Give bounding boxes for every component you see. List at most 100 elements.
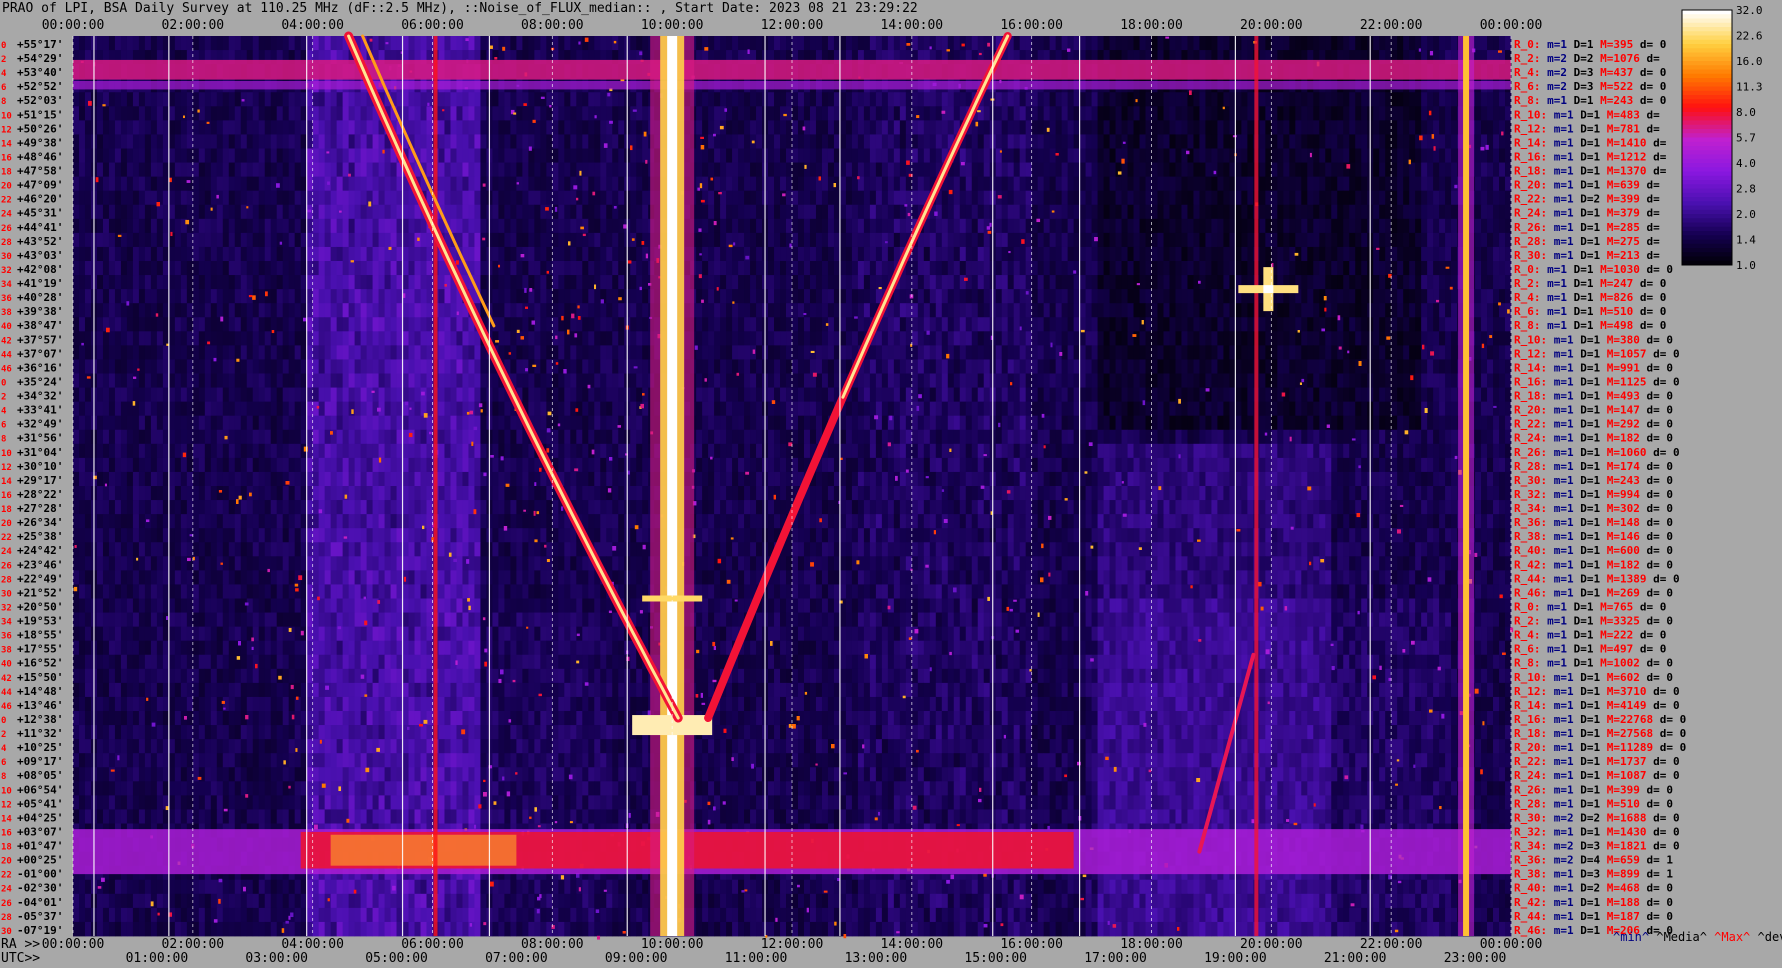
heatmap-cell <box>1301 247 1307 261</box>
heatmap-cell <box>283 120 289 134</box>
heatmap-cell <box>726 134 732 148</box>
heatmap-cell <box>786 120 792 134</box>
heatmap-cell <box>1211 177 1217 191</box>
heatmap-cell <box>157 261 163 275</box>
heatmap-cell <box>528 191 534 205</box>
heatmap-cell <box>480 149 486 163</box>
heatmap-cell <box>1301 36 1307 50</box>
heatmap-cell <box>1098 289 1104 303</box>
heatmap-cell <box>1128 191 1134 205</box>
heatmap-cell <box>534 317 540 331</box>
heatmap-cell <box>1092 303 1098 317</box>
heatmap-cell <box>702 120 708 134</box>
heatmap-cell <box>199 177 205 191</box>
heatmap-cell <box>708 219 714 233</box>
heatmap-cell <box>1337 120 1343 134</box>
heatmap-cell <box>1128 289 1134 303</box>
heatmap-cell <box>253 233 259 247</box>
heatmap-cell <box>313 289 319 303</box>
heatmap-cell <box>1062 92 1068 106</box>
heatmap-cell <box>265 149 271 163</box>
heatmap-cell <box>145 247 151 261</box>
heatmap-cell <box>780 177 786 191</box>
heatmap-cell <box>576 92 582 106</box>
heatmap-cell <box>127 247 133 261</box>
heatmap-cell <box>870 219 876 233</box>
heatmap-cell <box>726 275 732 289</box>
heatmap-cell <box>816 289 822 303</box>
heatmap-cell <box>1199 120 1205 134</box>
heatmap-cell <box>1092 120 1098 134</box>
heatmap-cell <box>504 303 510 317</box>
heatmap-cell <box>295 289 301 303</box>
heatmap-cell <box>319 219 325 233</box>
heatmap-cell <box>1331 247 1337 261</box>
heatmap-cell <box>858 191 864 205</box>
heatmap-cell <box>1068 191 1074 205</box>
heatmap-cell <box>109 261 115 275</box>
heatmap-cell <box>900 219 906 233</box>
heatmap-cell <box>235 219 241 233</box>
heatmap-cell <box>1080 177 1086 191</box>
heatmap-cell <box>1068 303 1074 317</box>
heatmap-cell <box>948 219 954 233</box>
heatmap-cell <box>456 163 462 177</box>
heatmap-cell <box>379 275 385 289</box>
heatmap-cell <box>1008 261 1014 275</box>
heatmap-cell <box>1343 261 1349 275</box>
heatmap-cell <box>618 275 624 289</box>
heatmap-cell <box>1116 191 1122 205</box>
heatmap-cell <box>289 177 295 191</box>
heatmap-cell <box>1337 247 1343 261</box>
heatmap-cell <box>1265 92 1271 106</box>
heatmap-cell <box>205 134 211 148</box>
heatmap-cell <box>582 205 588 219</box>
heatmap-cell <box>133 317 139 331</box>
heatmap-cell <box>900 303 906 317</box>
heatmap-cell <box>289 149 295 163</box>
heatmap-cell <box>1104 261 1110 275</box>
heatmap-cell <box>313 233 319 247</box>
heatmap-cell <box>241 163 247 177</box>
heatmap-cell <box>744 317 750 331</box>
heatmap-cell <box>1451 177 1457 191</box>
heatmap-cell <box>576 205 582 219</box>
heatmap-cell <box>1014 177 1020 191</box>
heatmap-cell <box>780 120 786 134</box>
heatmap-cell <box>1110 191 1116 205</box>
heatmap-cell <box>1391 134 1397 148</box>
heatmap-cell <box>792 120 798 134</box>
heatmap-cell <box>456 149 462 163</box>
heatmap-cell <box>253 317 259 331</box>
heatmap-cell <box>1002 219 1008 233</box>
heatmap-cell <box>325 219 331 233</box>
heatmap-cell <box>1032 149 1038 163</box>
heatmap-cell <box>97 275 103 289</box>
heatmap-cell <box>816 247 822 261</box>
heatmap-cell <box>930 163 936 177</box>
heatmap-cell <box>1008 247 1014 261</box>
heatmap-cell <box>924 120 930 134</box>
heatmap-cell <box>271 247 277 261</box>
heatmap-cell <box>1499 289 1505 303</box>
heatmap-cell <box>1187 149 1193 163</box>
heatmap-cell <box>1122 303 1128 317</box>
heatmap-cell <box>438 106 444 120</box>
heatmap-cell <box>253 191 259 205</box>
heatmap-cell <box>157 205 163 219</box>
heatmap-cell <box>1289 149 1295 163</box>
heatmap-cell <box>1062 205 1068 219</box>
heatmap-cell <box>1110 289 1116 303</box>
heatmap-cell <box>115 219 121 233</box>
heatmap-cell <box>750 149 756 163</box>
heatmap-cell <box>906 92 912 106</box>
heatmap-cell <box>103 149 109 163</box>
heatmap-cell <box>139 134 145 148</box>
heatmap-cell <box>1265 149 1271 163</box>
heatmap-cell <box>1104 134 1110 148</box>
heatmap-cell <box>1080 163 1086 177</box>
heatmap-cell <box>1134 317 1140 331</box>
heatmap-cell <box>726 205 732 219</box>
heatmap-cell <box>918 92 924 106</box>
heatmap-cell <box>1080 120 1086 134</box>
